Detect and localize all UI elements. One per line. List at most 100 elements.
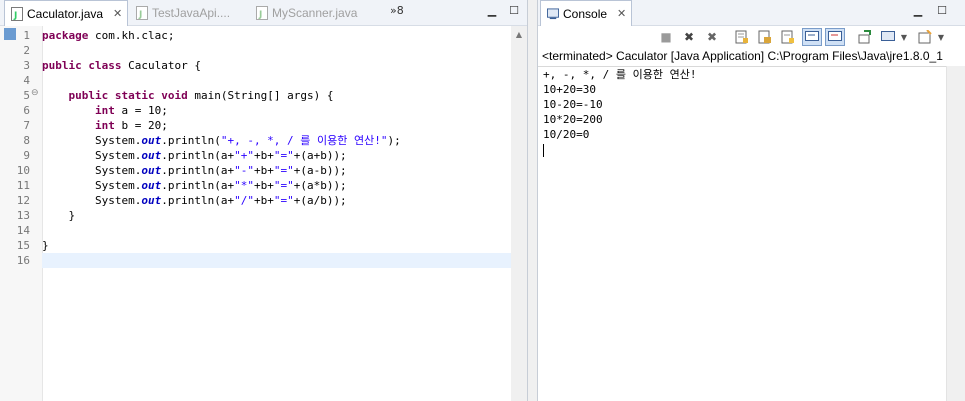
code-token: System.	[42, 194, 142, 207]
console-output[interactable]: +, -, *, / 를 이용한 연산! 10+20=30 10-20=-10 10*…	[538, 66, 947, 401]
code-token: out	[141, 179, 162, 192]
console-line: 10/20=0	[543, 128, 590, 141]
code-token: +(a-b));	[293, 164, 347, 177]
tab-testjavaapi[interactable]: J TestJavaApi....	[136, 0, 230, 25]
console-line: 10*20=200	[543, 113, 603, 126]
remove-all-icon[interactable]: ✖	[704, 29, 720, 45]
scroll-up-icon[interactable]: ▲	[511, 30, 527, 39]
line-number: 4	[23, 74, 30, 87]
console-cursor-line[interactable]	[543, 142, 947, 157]
code-line[interactable]: public class Caculator {	[42, 58, 511, 73]
code-token: .println(a+	[161, 164, 235, 177]
line-number: 13	[16, 209, 30, 222]
maximize-icon[interactable]: ☐	[508, 5, 520, 17]
code-token: "+, -, *, / 를 이용한 연산!"	[220, 134, 388, 147]
code-token: out	[141, 164, 162, 177]
code-token: "="	[273, 164, 294, 177]
terminate-icon[interactable]: ■	[658, 29, 674, 45]
fold-collapse-icon[interactable]: ⊖	[31, 88, 39, 98]
code-token: out	[141, 194, 162, 207]
code-line[interactable]	[42, 253, 511, 268]
console-scrollbar[interactable]	[946, 66, 965, 401]
code-editor[interactable]: 1 2 3 4 5 6 7 8 9 10 11 12 13 14 15 16 ⊖ package com.kh…	[0, 26, 527, 401]
code-line[interactable]: int b = 20;	[42, 118, 511, 133]
java-file-icon: J	[11, 6, 23, 21]
code-token: System.	[42, 134, 142, 147]
code-line[interactable]: public static void main(String[] args) {	[42, 88, 511, 103]
code-line[interactable]: }	[42, 238, 511, 253]
code-line[interactable]: int a = 10;	[42, 103, 511, 118]
line-numbers: 1 2 3 4 5 6 7 8 9 10 11 12 13 14 15 16	[0, 28, 30, 268]
java-file-icon: J	[256, 5, 268, 20]
code-token: "+"	[234, 149, 254, 162]
code-token: .println(a+	[161, 194, 235, 207]
editor-pane: J Caculator.java ✕ J TestJavaApi.... J M…	[0, 0, 528, 401]
console-line: 10-20=-10	[543, 98, 603, 111]
code-line[interactable]: }	[42, 208, 511, 223]
java-file-icon: J	[136, 5, 148, 20]
code-token: package	[42, 29, 89, 42]
code-line[interactable]: System.out.println("+, -, *, / 를 이용한 연산!…	[42, 133, 511, 148]
code-line[interactable]: System.out.println(a+"*"+b+"="+(a*b));	[42, 178, 511, 193]
svg-text:J: J	[258, 10, 262, 20]
display-console-icon[interactable]	[880, 29, 896, 45]
code-token: +(a/b));	[293, 194, 347, 207]
remove-launch-icon[interactable]: ✖	[681, 29, 697, 45]
show-on-stderr-icon[interactable]	[825, 28, 845, 46]
line-number: 14	[16, 224, 30, 237]
code-token: "="	[273, 149, 294, 162]
line-number: 15	[16, 239, 30, 252]
line-number: 8	[23, 134, 30, 147]
code-token: out	[141, 134, 162, 147]
word-wrap-icon[interactable]	[780, 29, 796, 45]
maximize-icon[interactable]: ☐	[936, 5, 948, 17]
line-number: 6	[23, 104, 30, 117]
line-number: 5	[23, 89, 30, 102]
tab-console[interactable]: Console ✕	[540, 0, 632, 26]
code-text[interactable]: package com.kh.clac; public class Caculat…	[42, 28, 511, 401]
pane-divider[interactable]	[528, 0, 537, 401]
code-token: "/"	[234, 194, 254, 207]
tab-caculator-java[interactable]: J Caculator.java ✕	[4, 0, 128, 26]
code-line[interactable]: System.out.println(a+"-"+b+"="+(a-b));	[42, 163, 511, 178]
code-line[interactable]	[42, 223, 511, 238]
code-line[interactable]: package com.kh.clac;	[42, 28, 511, 43]
code-token: "*"	[234, 179, 254, 192]
code-line[interactable]: System.out.println(a+"+"+b+"="+(a+b));	[42, 148, 511, 163]
chevron-down-icon[interactable]: ▼	[933, 29, 949, 45]
code-line[interactable]	[42, 73, 511, 88]
code-token: +b+	[253, 194, 274, 207]
code-line[interactable]	[42, 43, 511, 58]
tab-myscanner-java[interactable]: J MyScanner.java	[256, 0, 357, 25]
tab-overflow-button[interactable]: »8	[390, 4, 404, 17]
tab-label: Caculator.java	[27, 6, 104, 21]
code-token: .println(a+	[161, 179, 235, 192]
editor-tabbar: J Caculator.java ✕ J TestJavaApi.... J M…	[0, 0, 527, 26]
minimize-icon[interactable]: ▁	[912, 5, 924, 17]
code-token: +b+	[253, 164, 274, 177]
minimize-icon[interactable]: ▁	[486, 5, 498, 17]
chevron-down-icon[interactable]: ▼	[896, 29, 912, 45]
code-line[interactable]: System.out.println(a+"/"+b+"="+(a/b));	[42, 193, 511, 208]
open-console-icon[interactable]	[917, 29, 933, 45]
console-icon	[547, 7, 559, 21]
svg-text:J: J	[138, 10, 142, 20]
close-icon[interactable]: ✕	[113, 7, 122, 20]
code-token: com.kh.clac;	[88, 29, 175, 42]
tab-label: TestJavaApi....	[152, 5, 231, 20]
editor-scrollbar[interactable]: ▲	[511, 26, 527, 401]
tab-label: Console	[563, 6, 608, 21]
code-token: System.	[42, 164, 142, 177]
clear-console-icon[interactable]	[734, 29, 750, 45]
code-token: +(a*b));	[293, 179, 347, 192]
close-icon[interactable]: ✕	[617, 7, 626, 20]
pin-console-icon[interactable]	[857, 29, 873, 45]
show-on-stdout-icon[interactable]	[802, 28, 822, 46]
scroll-lock-icon[interactable]	[757, 29, 773, 45]
line-number: 7	[23, 119, 30, 132]
line-number: 12	[16, 194, 30, 207]
console-status: <terminated> Caculator [Java Application…	[542, 49, 943, 63]
code-token: out	[141, 149, 162, 162]
